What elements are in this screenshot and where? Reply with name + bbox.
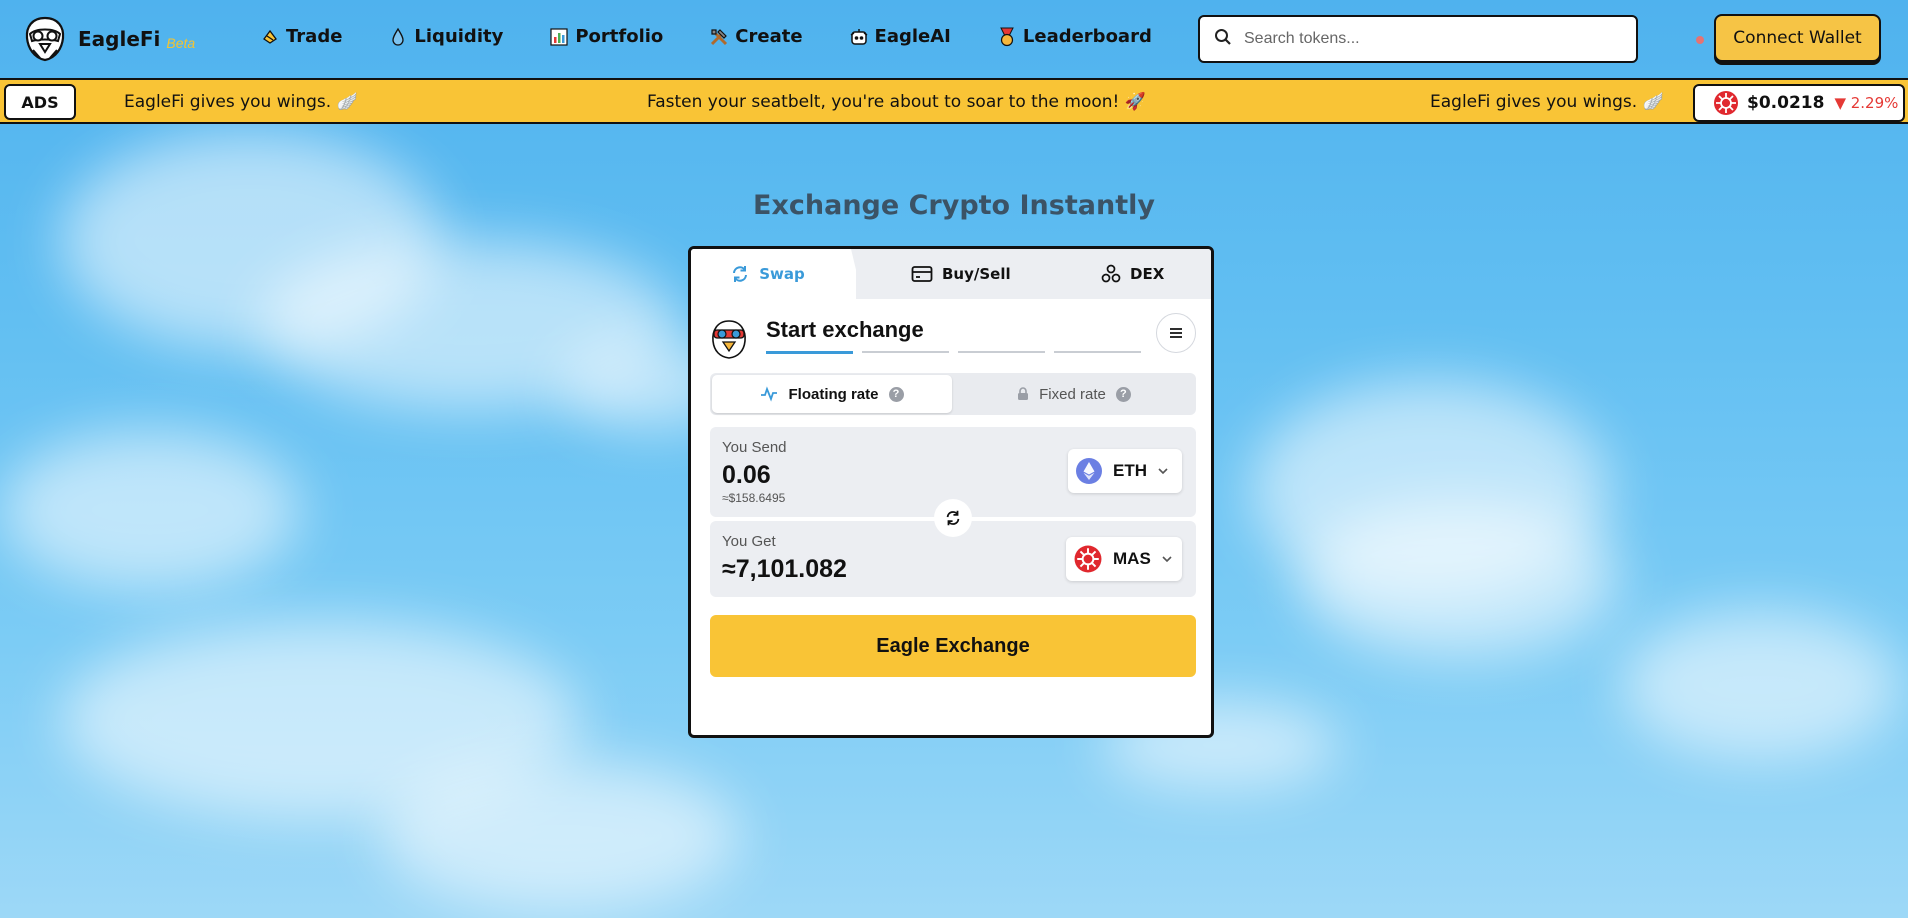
lock-icon: [1018, 387, 1029, 400]
tools-icon: [709, 27, 729, 47]
beta-badge: Beta: [166, 35, 196, 51]
hamburger-icon: [1170, 328, 1182, 338]
tab-swap[interactable]: Swap: [691, 249, 856, 299]
step-progress: [766, 351, 1150, 354]
credit-card-icon: [911, 266, 933, 282]
ticker-message: EagleFi gives you wings. 🪽: [1430, 92, 1664, 112]
tab-swap-label: Swap: [759, 265, 805, 283]
eth-icon: [1076, 458, 1102, 484]
step-indicator: [766, 351, 853, 354]
fixed-rate-label: Fixed rate: [1039, 385, 1106, 403]
send-amount-input[interactable]: 0.06: [722, 461, 771, 490]
bar-chart-icon: [549, 27, 569, 47]
refresh-icon: [733, 266, 748, 282]
nav-create-label: Create: [735, 26, 803, 47]
chevron-down-icon: [1162, 556, 1172, 563]
connect-wallet-button[interactable]: Connect Wallet: [1714, 14, 1881, 62]
search-input[interactable]: [1244, 30, 1624, 48]
receive-amount: ≈7,101.082: [722, 555, 847, 583]
nav-portfolio-label: Portfolio: [575, 26, 664, 47]
token-price: $0.0218: [1747, 93, 1825, 113]
menu-button[interactable]: [1156, 313, 1196, 353]
help-icon[interactable]: ?: [1115, 386, 1131, 402]
step-indicator: [1054, 351, 1141, 353]
search-icon: [1214, 28, 1232, 51]
send-token-select[interactable]: ETH: [1068, 449, 1182, 493]
nav-eagleai[interactable]: EagleAI: [849, 26, 951, 47]
eagle-mascot-icon: [712, 320, 746, 359]
exchange-tabs: Swap Buy/Sell DEX: [691, 249, 1211, 299]
token-price-badge[interactable]: $0.0218 ▼ 2.29%: [1693, 84, 1905, 122]
eagle-exchange-button[interactable]: Eagle Exchange: [710, 615, 1196, 677]
top-navbar: EagleFi Beta Trade Liquidity Portfolio C…: [0, 0, 1908, 78]
tab-dex-label: DEX: [1130, 265, 1165, 283]
rate-type-toggle: Floating rate ? Fixed rate ?: [710, 373, 1196, 415]
nav-portfolio[interactable]: Portfolio: [549, 26, 663, 47]
send-usd-value: ≈$158.6495: [722, 491, 786, 505]
brand-name: EagleFi: [78, 27, 161, 51]
nav-leaderboard-label: Leaderboard: [1022, 26, 1152, 47]
mas-token-icon: [1714, 91, 1738, 115]
step-indicator: [862, 351, 949, 353]
nav-liquidity-label: Liquidity: [414, 26, 504, 47]
trade-icon: [260, 27, 280, 47]
ads-label: ADS: [4, 84, 76, 120]
droplet-icon: [388, 27, 408, 47]
swap-direction-button[interactable]: [934, 499, 972, 537]
medal-icon: [997, 27, 1017, 47]
brand-logo[interactable]: EagleFi Beta: [20, 14, 195, 64]
exchange-step-title: Start exchange: [766, 317, 924, 342]
floating-rate-label: Floating rate: [788, 385, 879, 403]
help-icon[interactable]: ?: [888, 386, 904, 402]
receive-token-select[interactable]: MAS: [1066, 537, 1182, 581]
send-token-name: ETH: [1113, 461, 1147, 480]
eagle-logo-icon: [25, 16, 65, 62]
tab-dex[interactable]: DEX: [1101, 249, 1164, 299]
mas-token-icon: [1074, 545, 1102, 573]
robot-icon: [849, 27, 869, 47]
nav-trade[interactable]: Trade: [260, 26, 342, 47]
chevron-down-icon: [1158, 468, 1168, 475]
swap-arrows-icon: [946, 510, 960, 526]
main-nav: Trade Liquidity Portfolio Create EagleAI: [260, 26, 1198, 47]
fixed-rate-option[interactable]: Fixed rate ?: [954, 375, 1194, 413]
activity-icon: [761, 386, 778, 402]
floating-rate-option[interactable]: Floating rate ?: [712, 375, 952, 413]
receive-token-name: MAS: [1113, 549, 1151, 568]
nav-create[interactable]: Create: [709, 26, 803, 47]
token-search[interactable]: [1198, 15, 1638, 63]
nav-leaderboard[interactable]: Leaderboard: [997, 26, 1152, 47]
network-icon: [1101, 264, 1121, 283]
ticker-message: Fasten your seatbelt, you're about to so…: [647, 92, 1146, 112]
announcement-ticker: ADS EagleFi gives you wings. 🪽 Fasten yo…: [0, 78, 1908, 124]
send-label: You Send: [722, 439, 787, 456]
nav-trade-label: Trade: [286, 26, 343, 47]
nav-eagleai-label: EagleAI: [874, 26, 951, 47]
receive-label: You Get: [722, 533, 776, 550]
status-dot: [1696, 36, 1704, 44]
tab-buy-sell[interactable]: Buy/Sell: [911, 249, 1011, 299]
nav-liquidity[interactable]: Liquidity: [388, 26, 503, 47]
page-title: Exchange Crypto Instantly: [753, 190, 1155, 221]
price-change: ▼ 2.29%: [1834, 94, 1899, 112]
exchange-card: Swap Buy/Sell DEX Start exchange Floatin…: [688, 246, 1214, 738]
tab-buy-sell-label: Buy/Sell: [942, 265, 1011, 283]
ticker-message: EagleFi gives you wings. 🪽: [124, 92, 358, 112]
step-indicator: [958, 351, 1045, 353]
